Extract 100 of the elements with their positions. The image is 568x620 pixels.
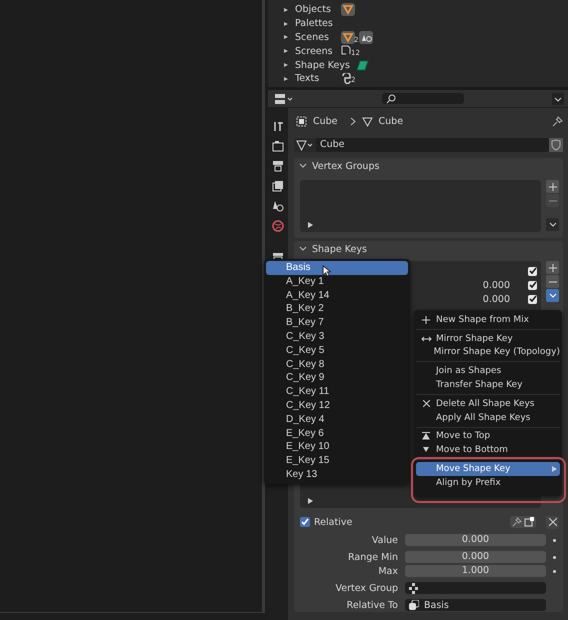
chevron-right-icon [350,116,356,126]
mesh-selector[interactable] [294,138,316,152]
mesh-name-field[interactable]: Cube [316,138,549,152]
close-button[interactable] [546,516,559,528]
triangle-mesh-icon[interactable] [341,3,355,16]
expand-arrow-icon[interactable] [308,498,313,504]
chevron-down-icon [299,246,307,252]
checkbox[interactable] [528,266,537,276]
edit-mode-icon[interactable] [524,517,534,527]
expand-arrow-icon[interactable] [284,8,288,12]
field-label: Value [370,534,399,546]
search-field[interactable] [382,93,464,104]
outliner-item[interactable]: Scenes [295,32,335,43]
number-field[interactable]: 0.000 [405,534,546,546]
shape-key-icon [409,600,419,610]
dropdown-caret-icon[interactable] [552,92,564,104]
menu-item[interactable]: Transfer Shape Key [416,378,560,392]
keyframe-dot-icon[interactable] [553,570,556,572]
outliner-item[interactable]: Objects [295,4,335,16]
panel-header[interactable]: Vertex Groups [294,158,563,174]
menu-item[interactable]: Move Shape Key [416,462,560,476]
menu-item[interactable]: Delete All Shape Keys [416,396,560,411]
keyframe-dot-icon[interactable] [553,538,556,542]
pin-icon[interactable] [512,517,522,527]
outliner-item[interactable]: Screens [295,46,335,57]
menu-item[interactable]: B_Key 2 [266,302,408,316]
breadcrumb-item[interactable]: Cube [378,116,404,126]
expand-arrow-icon[interactable] [284,76,288,81]
menu-item[interactable]: A_Key 1 [266,274,408,289]
shape-key-value[interactable]: 0.000 [482,294,510,304]
menu-item[interactable]: E_Key 6 [266,426,408,440]
menu-item[interactable]: C_Key 3 [266,330,408,344]
panel-header[interactable]: Shape Keys [294,241,563,257]
menu-item[interactable]: Move to Bottom [416,443,560,458]
menu-item[interactable]: D_Key 4 [266,412,408,427]
add-button[interactable] [546,261,559,274]
object-icon [296,116,307,126]
keyframe-dot-icon[interactable] [553,556,556,558]
move-top-icon [422,432,430,440]
menu-item[interactable]: Join as Shapes [416,364,560,378]
search-field[interactable] [405,582,546,594]
outliner-item[interactable]: Shape Keys [295,60,350,71]
expand-arrow-icon[interactable] [284,49,288,54]
checkbox[interactable] [528,294,537,304]
outliner-item[interactable]: Palettes [295,18,335,30]
number-field[interactable]: 0.000 [405,551,546,563]
menu-item[interactable]: C_Key 12 [266,398,408,413]
shape-key-icon[interactable] [356,60,369,71]
search-icon [386,94,396,104]
screen-icon[interactable] [341,45,352,58]
menu-item[interactable]: Key 13 [266,468,408,482]
menu-item[interactable]: Align by Prefix [416,476,560,490]
chevron-down-icon [299,163,307,169]
add-button[interactable] [546,180,559,193]
specials-menu-button[interactable] [546,218,559,231]
triangle-mesh-icon[interactable] [341,30,355,44]
menu-item[interactable]: E_Key 10 [266,440,408,454]
menu-item[interactable]: Apply All Shape Keys [416,410,560,425]
menu-item[interactable]: Basis [266,261,408,275]
menu-item[interactable]: B_Key 7 [266,316,408,330]
globe-icon[interactable] [272,220,284,232]
menu-item[interactable]: Mirror Shape Key [416,332,560,346]
expand-arrow-icon[interactable] [284,22,288,26]
plus-icon [422,316,430,324]
number-field[interactable]: 1.000 [405,565,546,577]
editor-type-icon[interactable] [274,92,294,104]
shield-icon[interactable] [549,138,563,152]
shape-key-value[interactable]: 0.000 [482,280,510,290]
field-label: Range Min [347,552,399,562]
expand-arrow-icon[interactable] [284,63,288,68]
field-value: Basis [424,600,449,610]
search-field[interactable]: Basis [405,599,546,611]
outliner-item[interactable]: Texts [295,73,335,84]
image-stack-icon[interactable] [272,180,284,192]
menu-item[interactable]: C_Key 9 [266,371,408,386]
double-arrow-icon [420,336,432,342]
expand-arrow-icon[interactable] [308,222,313,228]
expand-arrow-icon[interactable] [284,35,288,40]
remove-button[interactable] [546,194,559,207]
menu-item[interactable]: A_Key 14 [266,288,408,302]
pin-icon[interactable] [552,116,563,126]
scene-icon[interactable] [272,200,284,212]
menu-item[interactable]: E_Key 15 [266,454,408,468]
camera-icon[interactable] [272,140,284,152]
remove-button[interactable] [546,275,559,288]
specials-menu-button[interactable] [546,289,559,302]
menu-item[interactable]: Move to Top [416,430,560,444]
menu-item[interactable]: C_Key 5 [266,344,408,358]
checkbox[interactable] [528,280,537,290]
plus-icon [548,264,556,272]
menu-item[interactable]: Mirror Shape Key (Topology) [416,346,560,360]
field-label: Relative To [346,600,399,610]
menu-item[interactable]: C_Key 11 [266,385,408,399]
script-icon[interactable] [341,73,352,84]
menu-item[interactable]: New Shape from Mix [416,313,560,327]
printer-icon[interactable] [272,160,284,172]
plus-icon [548,182,556,190]
scene-icon[interactable] [359,30,374,44]
menu-item[interactable]: C_Key 8 [266,358,408,372]
breadcrumb-item[interactable]: Cube [313,116,338,126]
